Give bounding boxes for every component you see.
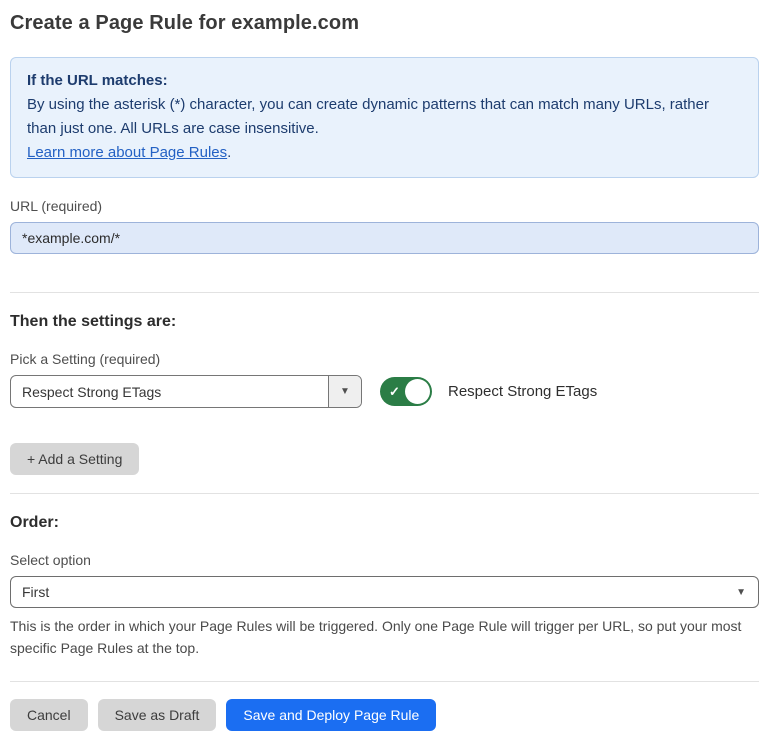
learn-more-link[interactable]: Learn more about Page Rules: [27, 144, 227, 161]
page-title: Create a Page Rule for example.com: [10, 12, 759, 35]
pick-setting-label: Pick a Setting (required): [10, 351, 759, 367]
chevron-down-icon: ▼: [340, 386, 350, 397]
divider: [10, 292, 759, 293]
order-select[interactable]: First ▼: [10, 576, 759, 608]
cancel-button[interactable]: Cancel: [10, 699, 88, 731]
setting-toggle-label: Respect Strong ETags: [448, 383, 597, 400]
url-match-info-box: If the URL matches: By using the asteris…: [10, 57, 759, 178]
link-period: .: [227, 144, 231, 161]
setting-row: Respect Strong ETags ▼ ✓ Respect Strong …: [10, 375, 759, 408]
setting-select-arrow-button[interactable]: ▼: [328, 376, 361, 407]
info-box-link-line: Learn more about Page Rules.: [27, 141, 742, 165]
divider: [10, 493, 759, 494]
order-select-label: Select option: [10, 552, 759, 568]
order-heading: Order:: [10, 514, 759, 532]
check-icon: ✓: [389, 384, 400, 400]
save-deploy-button[interactable]: Save and Deploy Page Rule: [226, 699, 436, 731]
settings-heading: Then the settings are:: [10, 313, 759, 331]
order-select-value: First: [22, 584, 49, 600]
order-help-text: This is the order in which your Page Rul…: [10, 615, 750, 659]
divider: [10, 681, 759, 682]
info-box-heading: If the URL matches:: [27, 69, 742, 93]
save-draft-button[interactable]: Save as Draft: [98, 699, 217, 731]
actions-row: Cancel Save as Draft Save and Deploy Pag…: [10, 699, 759, 731]
url-input[interactable]: [10, 222, 759, 254]
info-box-body: By using the asterisk (*) character, you…: [27, 93, 742, 141]
setting-toggle[interactable]: ✓: [380, 377, 432, 406]
setting-select-value: Respect Strong ETags: [11, 376, 328, 407]
url-field-label: URL (required): [10, 198, 759, 214]
add-setting-button[interactable]: + Add a Setting: [10, 443, 139, 475]
setting-select[interactable]: Respect Strong ETags ▼: [10, 375, 362, 408]
chevron-down-icon: ▼: [736, 587, 746, 598]
toggle-knob: [405, 379, 430, 404]
